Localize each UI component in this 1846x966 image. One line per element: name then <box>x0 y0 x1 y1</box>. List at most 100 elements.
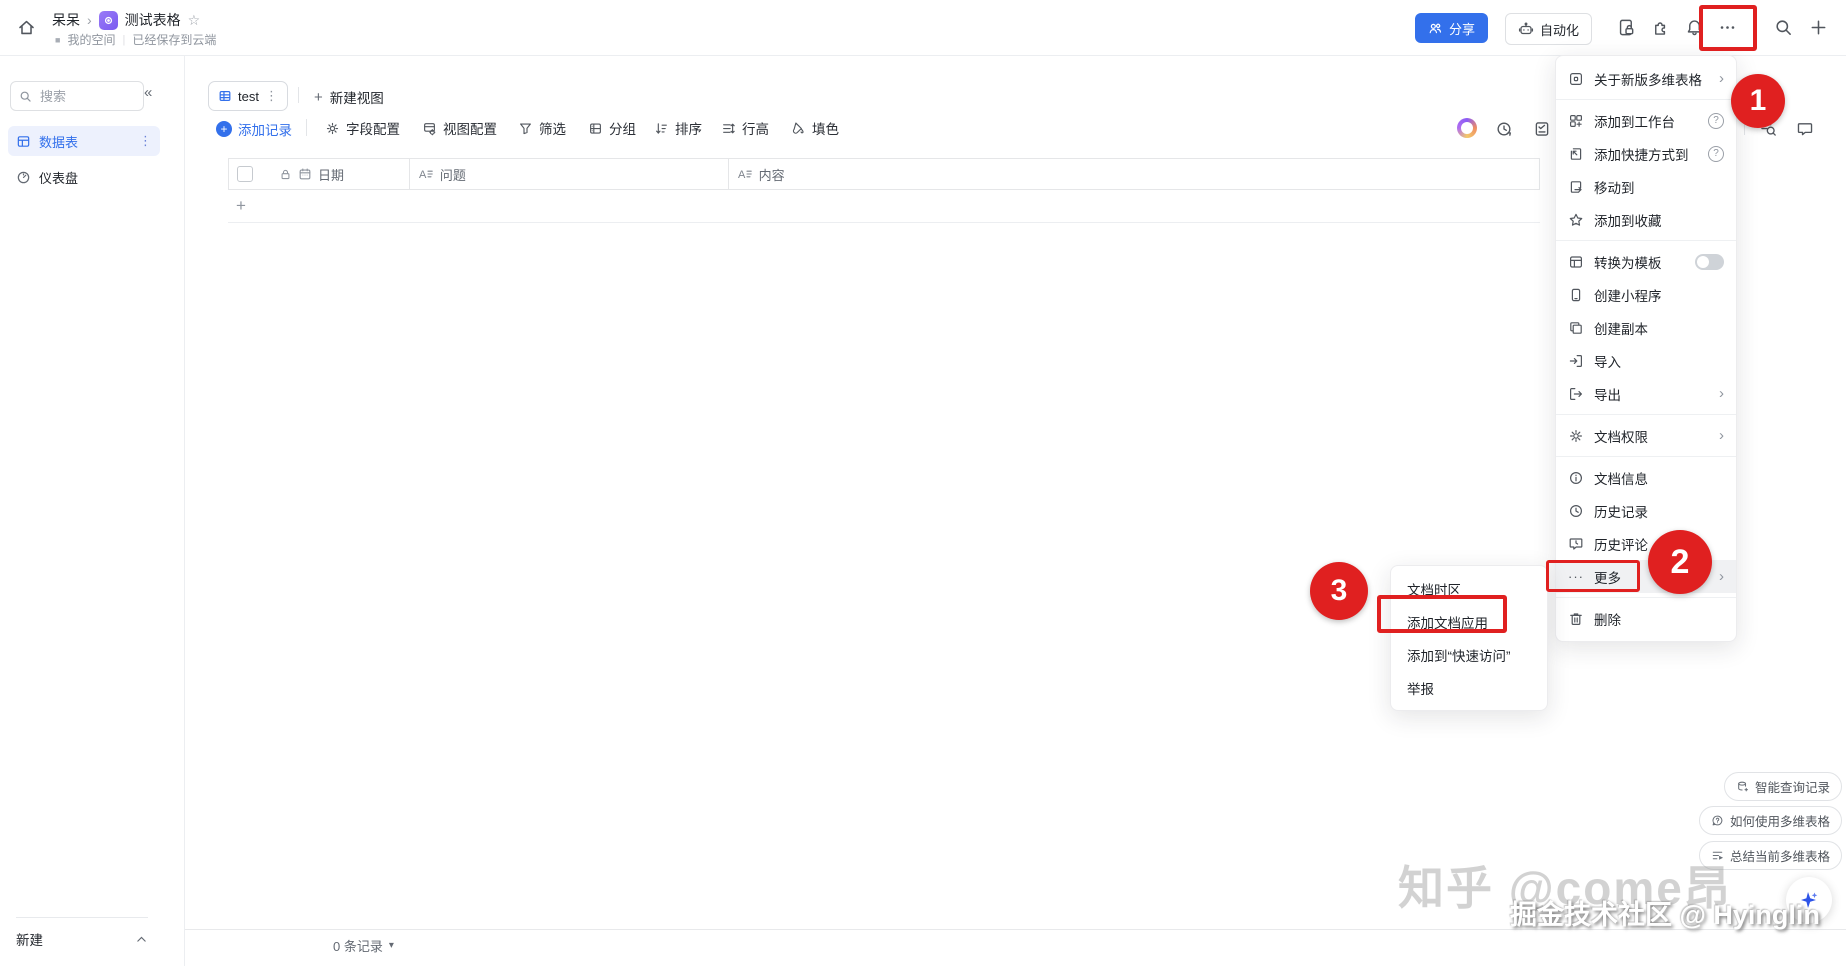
sidebar-footer-divider <box>16 917 148 918</box>
group-button[interactable]: 分组 <box>588 118 636 138</box>
field-config-label: 字段配置 <box>346 122 400 137</box>
lock-icon <box>279 168 292 181</box>
breadcrumb-parent[interactable]: 呆呆 <box>52 10 80 30</box>
sidebar-item-dashboard[interactable]: 仪表盘 <box>8 162 160 192</box>
menu-item-duplicate[interactable]: 创建副本 <box>1556 311 1736 344</box>
collapse-sidebar-icon[interactable]: « <box>144 84 152 101</box>
smart-query-button[interactable]: 智能查询记录 <box>1723 772 1842 801</box>
column-header-date[interactable]: 日期 <box>229 159 410 189</box>
star-icon <box>1568 212 1584 228</box>
sort-button[interactable]: 排序 <box>654 118 702 138</box>
sidebar-new-button[interactable]: 新建 <box>16 929 148 949</box>
breadcrumb: 呆呆 › 测试表格 ☆ <box>52 10 200 30</box>
sort-icon <box>654 121 669 136</box>
new-view-label: 新建视图 <box>329 91 384 106</box>
menu-divider <box>1556 414 1736 415</box>
dropdown-arrow-icon: ▾ <box>388 940 394 951</box>
add-record-plus-icon: + <box>216 121 232 137</box>
add-record-button[interactable]: + 添加记录 <box>216 119 292 139</box>
menu-item-import[interactable]: 导入 <box>1556 344 1736 377</box>
template-button[interactable] <box>1613 14 1639 40</box>
collaborator-avatar[interactable] <box>1457 118 1477 138</box>
help-icon[interactable]: ? <box>1708 112 1724 129</box>
template-toggle[interactable] <box>1695 253 1724 270</box>
view-config-button[interactable]: 视图配置 <box>422 118 497 138</box>
add-row-button[interactable]: + <box>228 190 1540 223</box>
menu-item-doc-info[interactable]: 文档信息 <box>1556 461 1736 494</box>
menu-item-delete[interactable]: 删除 <box>1556 602 1736 635</box>
sidebar-item-label: 数据表 <box>39 134 79 150</box>
svg-text:A: A <box>738 169 746 181</box>
column-header-question[interactable]: A 问题 <box>410 159 729 189</box>
column-label: 内容 <box>758 167 785 183</box>
submenu-item-report[interactable]: 举报 <box>1391 671 1547 704</box>
column-header-content[interactable]: A 内容 <box>729 159 1540 189</box>
filter-icon <box>518 121 533 136</box>
field-config-button[interactable]: 字段配置 <box>325 118 400 138</box>
menu-item-add-shortcut[interactable]: 添加快捷方式到 ? <box>1556 137 1736 170</box>
gear-icon <box>1568 428 1584 444</box>
fill-color-label: 填色 <box>812 122 839 137</box>
menu-item-move-to[interactable]: 移动到 <box>1556 170 1736 203</box>
item-more-icon[interactable]: ⋮ <box>139 133 152 149</box>
about-icon <box>1568 71 1584 87</box>
add-row-plus-icon: + <box>236 196 246 215</box>
view-tab-test[interactable]: test ⋮ <box>208 81 288 111</box>
template-icon <box>1568 254 1584 270</box>
plus-icon: + <box>314 88 323 106</box>
view-tab-label: test <box>238 88 259 104</box>
history-button[interactable] <box>1491 116 1517 142</box>
help-icon[interactable]: ? <box>1708 145 1724 162</box>
chevron-right-icon: › <box>1719 385 1724 402</box>
menu-item-add-to-workbench[interactable]: 添加到工作台 ? <box>1556 104 1736 137</box>
fill-color-button[interactable]: 填色 <box>791 118 839 138</box>
tab-more-icon[interactable]: ⋮ <box>265 88 278 104</box>
comment-button[interactable] <box>1792 116 1818 142</box>
menu-item-doc-permission[interactable]: 文档权限 › <box>1556 419 1736 452</box>
select-all-checkbox[interactable] <box>237 166 253 182</box>
copy-icon <box>1568 320 1584 336</box>
chevron-right-icon: › <box>1719 568 1724 585</box>
menu-item-history[interactable]: 历史记录 <box>1556 494 1736 527</box>
widgets-button[interactable] <box>1647 14 1673 40</box>
calendar-icon <box>298 167 312 181</box>
row-height-button[interactable]: 行高 <box>721 118 769 138</box>
how-to-use-button[interactable]: 如何使用多维表格 <box>1698 806 1842 835</box>
menu-divider <box>1556 456 1736 457</box>
star-icon[interactable]: ☆ <box>188 12 201 29</box>
workbench-icon <box>1568 113 1584 129</box>
home-button[interactable] <box>13 14 39 40</box>
annotation-badge-2: 2 <box>1648 530 1712 594</box>
new-view-button[interactable]: + 新建视图 <box>314 87 384 107</box>
dashboard-icon <box>16 170 31 185</box>
comment-clock-icon <box>1568 536 1584 552</box>
doc-title[interactable]: 测试表格 <box>125 10 181 30</box>
menu-item-add-favorite[interactable]: 添加到收藏 <box>1556 203 1736 236</box>
more-submenu: 文档时区 添加文档应用 添加到“快速访问” 举报 <box>1390 565 1548 711</box>
add-button[interactable] <box>1805 14 1831 40</box>
menu-item-convert-template[interactable]: 转换为模板 <box>1556 245 1736 278</box>
chevron-up-icon[interactable] <box>135 933 148 946</box>
file-lock-icon <box>1617 18 1636 37</box>
automation-button[interactable]: 自动化 <box>1505 13 1593 45</box>
checklist-icon <box>1533 120 1551 138</box>
space-label[interactable]: 我的空间 <box>67 31 115 48</box>
search-input[interactable] <box>38 87 122 105</box>
smart-query-icon <box>1736 780 1749 793</box>
sidebar-search[interactable] <box>10 81 144 111</box>
menu-item-create-miniprogram[interactable]: 创建小程序 <box>1556 278 1736 311</box>
share-label: 分享 <box>1449 21 1476 37</box>
filter-button[interactable]: 筛选 <box>518 118 566 138</box>
doc-icon <box>98 10 118 30</box>
submenu-item-add-quick-access[interactable]: 添加到“快速访问” <box>1391 638 1547 671</box>
menu-item-export[interactable]: 导出 › <box>1556 377 1736 410</box>
search-button[interactable] <box>1770 14 1796 40</box>
doc-meta: ■ 我的空间 | 已经保存到云端 <box>55 31 216 48</box>
form-button[interactable] <box>1529 116 1555 142</box>
annotation-badge-3: 3 <box>1310 562 1368 620</box>
share-button[interactable]: 分享 <box>1415 13 1489 43</box>
sidebar-item-datatable[interactable]: 数据表 ⋮ <box>8 126 160 156</box>
sidebar-item-label: 仪表盘 <box>39 170 79 186</box>
record-count[interactable]: 0 条记录 ▾ <box>333 936 394 955</box>
menu-item-about[interactable]: 关于新版多维表格 › <box>1556 62 1736 95</box>
